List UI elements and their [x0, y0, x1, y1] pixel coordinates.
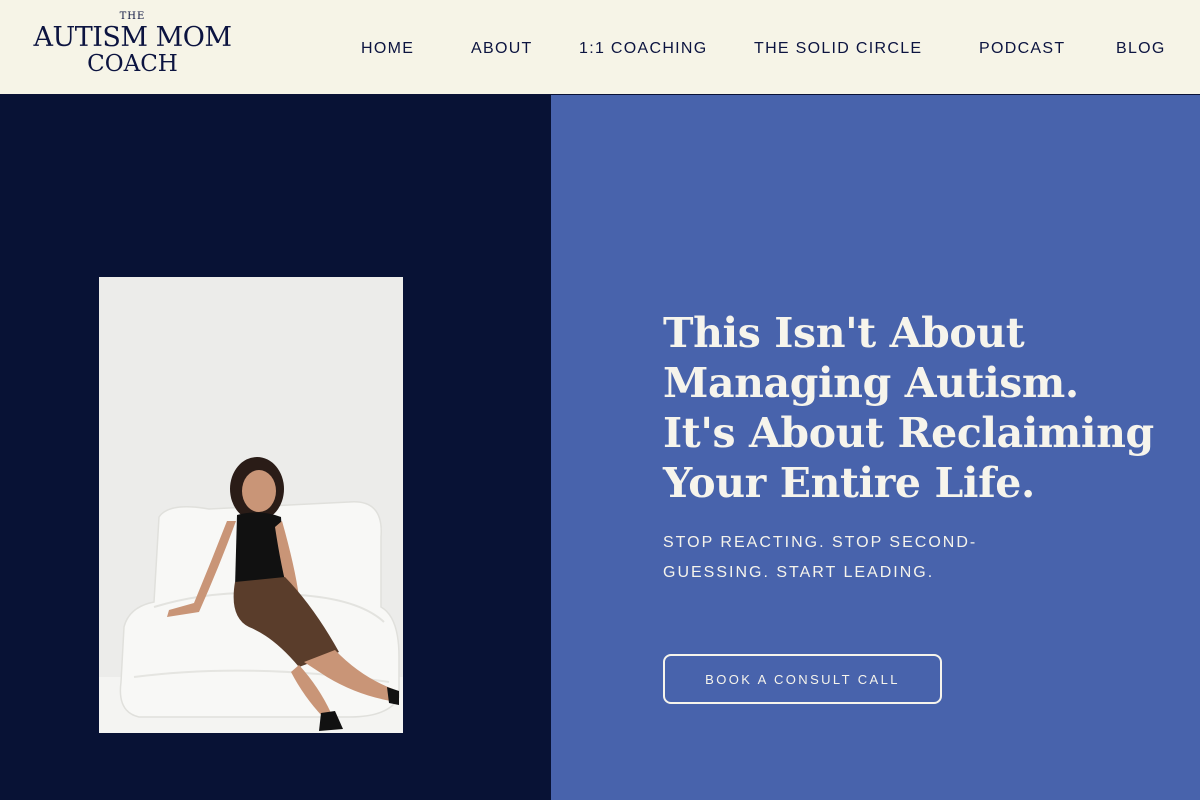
portrait-illustration	[99, 277, 403, 733]
coach-portrait-photo	[99, 277, 403, 733]
nav-item-podcast[interactable]: PODCAST	[979, 38, 1065, 60]
site-header: THE AUTISM MOM COACH HOME ABOUT 1:1 COAC…	[0, 0, 1200, 95]
hero-headline: This Isn't About Managing Autism. It's A…	[663, 308, 1154, 508]
nav-item-solid-circle[interactable]: THE SOLID CIRCLE	[754, 38, 922, 60]
nav-item-blog[interactable]: BLOG	[1116, 38, 1166, 60]
hero-subheadline: STOP REACTING. STOP SECOND-GUESSING. STA…	[663, 534, 978, 581]
main-nav: HOME ABOUT 1:1 COACHING THE SOLID CIRCLE…	[0, 38, 1200, 60]
nav-item-coaching[interactable]: 1:1 COACHING	[579, 38, 708, 60]
headline-line-3: It's About Reclaiming	[663, 409, 1154, 457]
book-consult-button[interactable]: BOOK A CONSULT CALL	[663, 654, 942, 704]
hero-image-panel	[0, 95, 551, 800]
headline-line-2: Managing Autism.	[663, 359, 1079, 407]
nav-item-home[interactable]: HOME	[361, 38, 414, 60]
hero-text-panel: This Isn't About Managing Autism. It's A…	[551, 95, 1200, 800]
headline-line-4: Your Entire Life.	[663, 459, 1035, 507]
headline-line-1: This Isn't About	[663, 309, 1025, 357]
nav-item-about[interactable]: ABOUT	[471, 38, 533, 60]
